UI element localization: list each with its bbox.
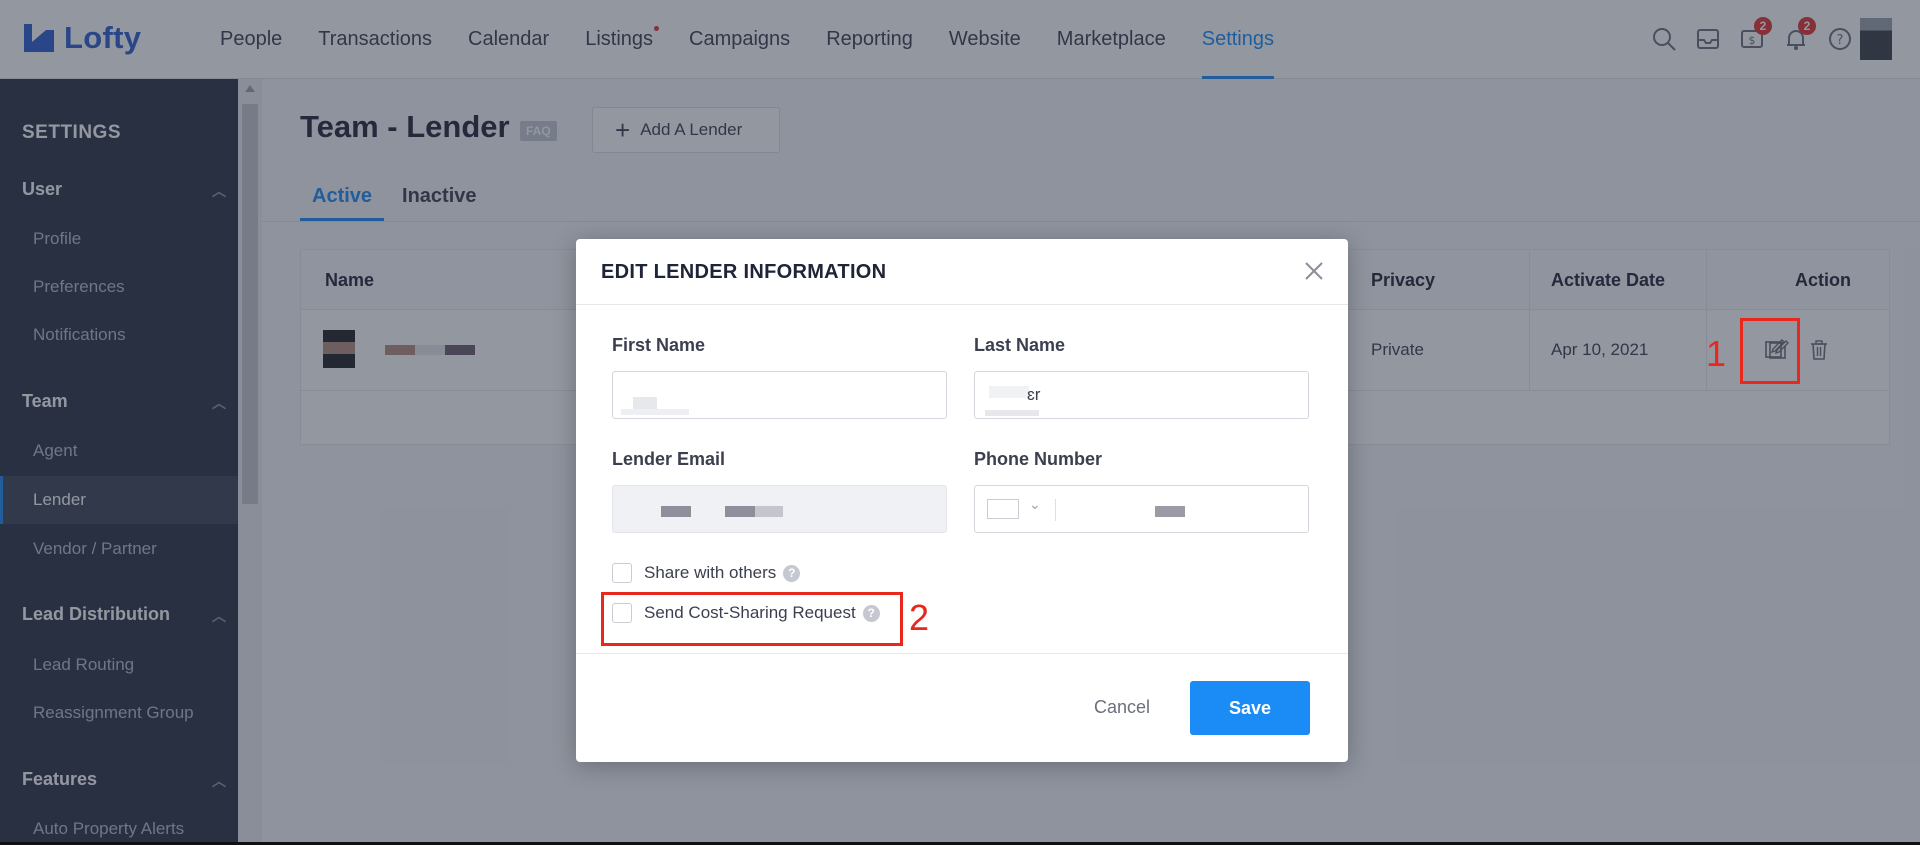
redacted-text <box>725 506 755 517</box>
edit-icon-highlighted[interactable] <box>1761 335 1789 363</box>
lender-email-input <box>612 485 947 533</box>
redacted-text <box>1155 506 1185 517</box>
redacted-text <box>989 386 1029 398</box>
close-icon[interactable] <box>1300 257 1328 285</box>
redacted-text <box>755 506 783 517</box>
step-2-number: 2 <box>909 597 930 638</box>
redacted-text <box>633 397 657 409</box>
share-with-others-label: Share with others <box>644 563 777 582</box>
redacted-text <box>985 410 1039 416</box>
country-flag-select[interactable] <box>987 499 1019 519</box>
step-2-highlight-box <box>601 592 903 646</box>
first-name-label: First Name <box>612 335 706 355</box>
lender-email-label: Lender Email <box>612 449 726 469</box>
first-name-input[interactable] <box>612 371 947 419</box>
redacted-text <box>661 506 691 517</box>
last-name-input[interactable]: ɛr <box>974 371 1309 419</box>
phone-number-input[interactable]: ⌄ <box>974 485 1309 533</box>
last-name-value: ɛr <box>1027 385 1041 404</box>
modal-footer-divider <box>576 653 1348 654</box>
share-with-others-option[interactable]: Share with others ? <box>612 562 801 584</box>
modal-header-divider <box>576 304 1348 305</box>
help-icon[interactable]: ? <box>783 564 801 582</box>
cancel-button[interactable]: Cancel <box>1072 681 1172 733</box>
step-1-number: 1 <box>1706 333 1727 374</box>
share-with-others-checkbox[interactable] <box>612 563 632 583</box>
phone-divider <box>1055 499 1056 521</box>
modal-title: EDIT LENDER INFORMATION <box>601 261 887 283</box>
last-name-label: Last Name <box>974 335 1066 355</box>
chevron-down-icon[interactable]: ⌄ <box>1029 496 1041 513</box>
redacted-text <box>621 409 689 415</box>
phone-number-label: Phone Number <box>974 449 1103 469</box>
edit-lender-modal: EDIT LENDER INFORMATION First Name Last … <box>576 239 1348 762</box>
save-button[interactable]: Save <box>1190 681 1310 735</box>
